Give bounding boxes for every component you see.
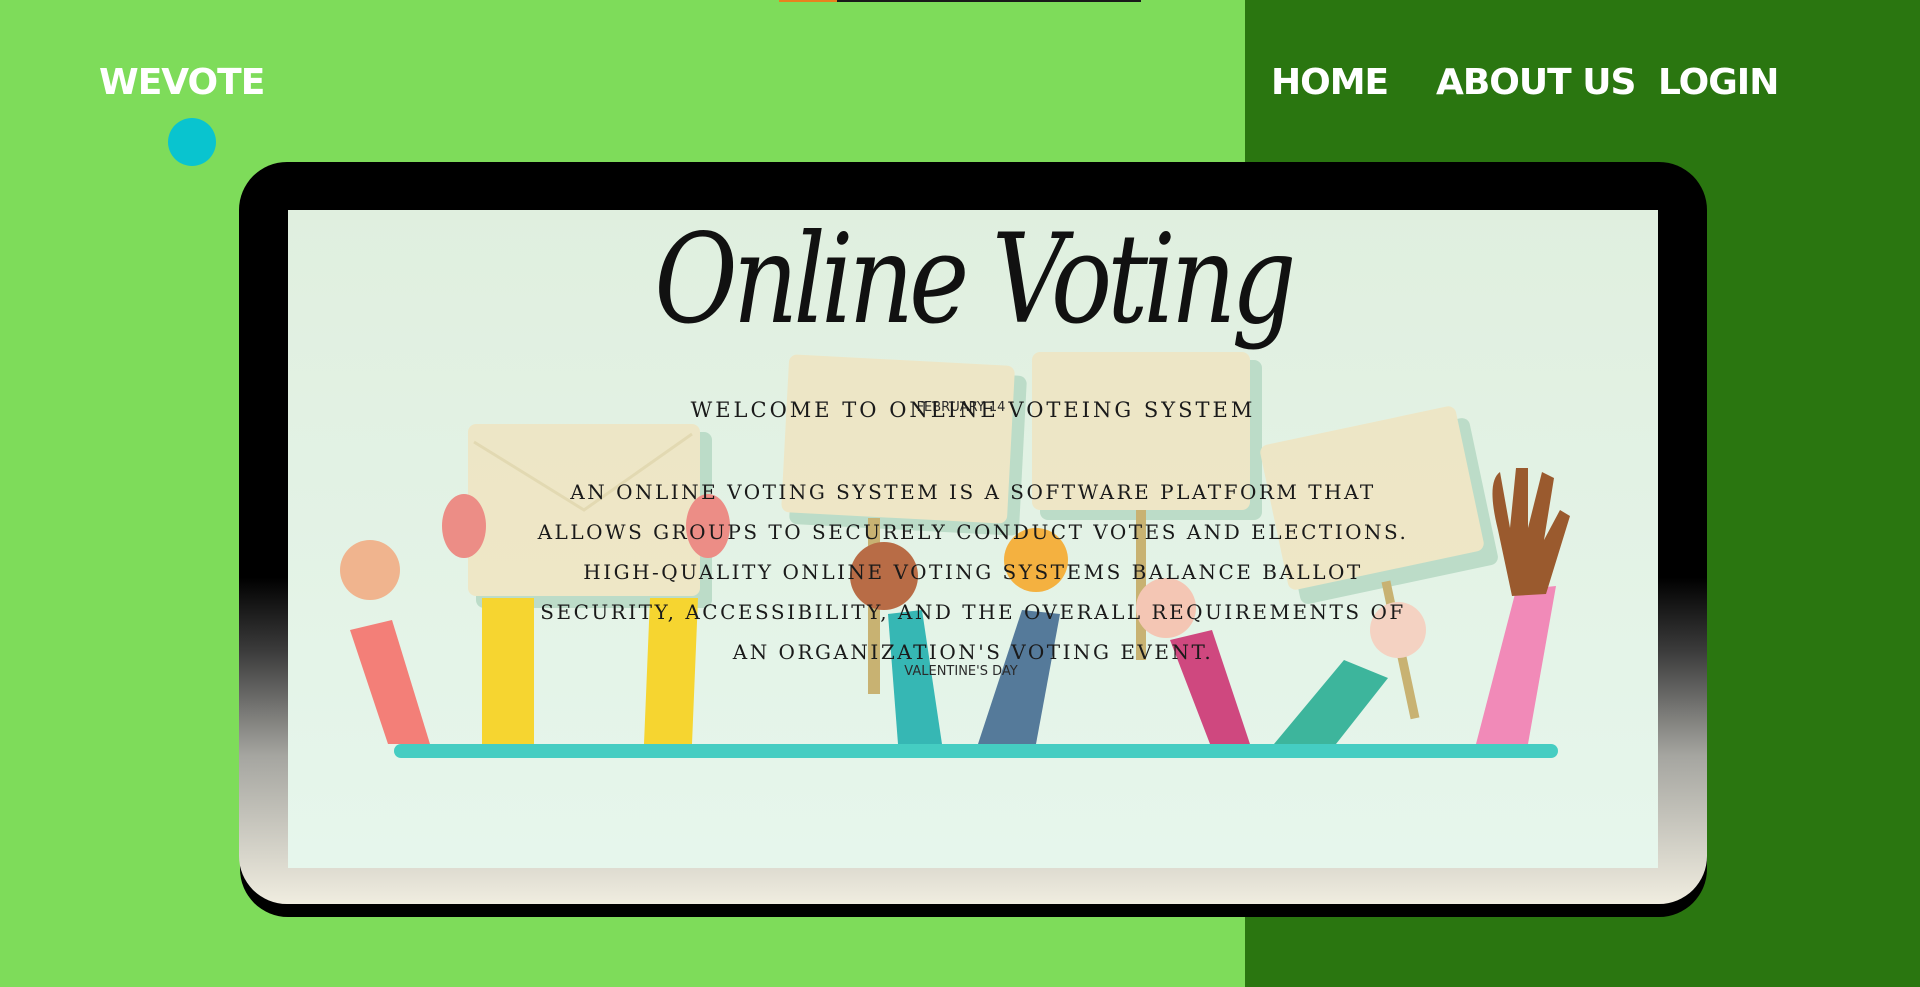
nav-home-link[interactable]: HOME (1271, 62, 1389, 103)
nav-about-link[interactable]: ABOUT US (1436, 62, 1636, 103)
background-label-bottom: VALENTINE'S DAY (904, 664, 1018, 679)
fist (340, 540, 400, 600)
welcome-heading: WELCOME TO ONLINE VOTEING SYSTEM (690, 398, 1256, 422)
arm (350, 620, 430, 744)
arm (1476, 586, 1556, 744)
nav-login-link[interactable]: LOGIN (1658, 62, 1779, 103)
logo-dot-icon (168, 118, 216, 166)
hand (442, 494, 486, 558)
site-logo[interactable]: WEVOTE (99, 62, 265, 103)
hero-title: Online Voting (654, 210, 1296, 352)
arm (1274, 660, 1388, 744)
open-hand (1492, 468, 1570, 596)
hero-description: AN ONLINE VOTING SYSTEM IS A SOFTWARE PL… (537, 480, 1409, 664)
hero-screen: Online Voting FEBRUARY 14 WELCOME TO ONL… (288, 210, 1658, 868)
ground-line (394, 744, 1558, 758)
progress-fill (779, 0, 837, 2)
page-load-progress (779, 0, 1141, 2)
